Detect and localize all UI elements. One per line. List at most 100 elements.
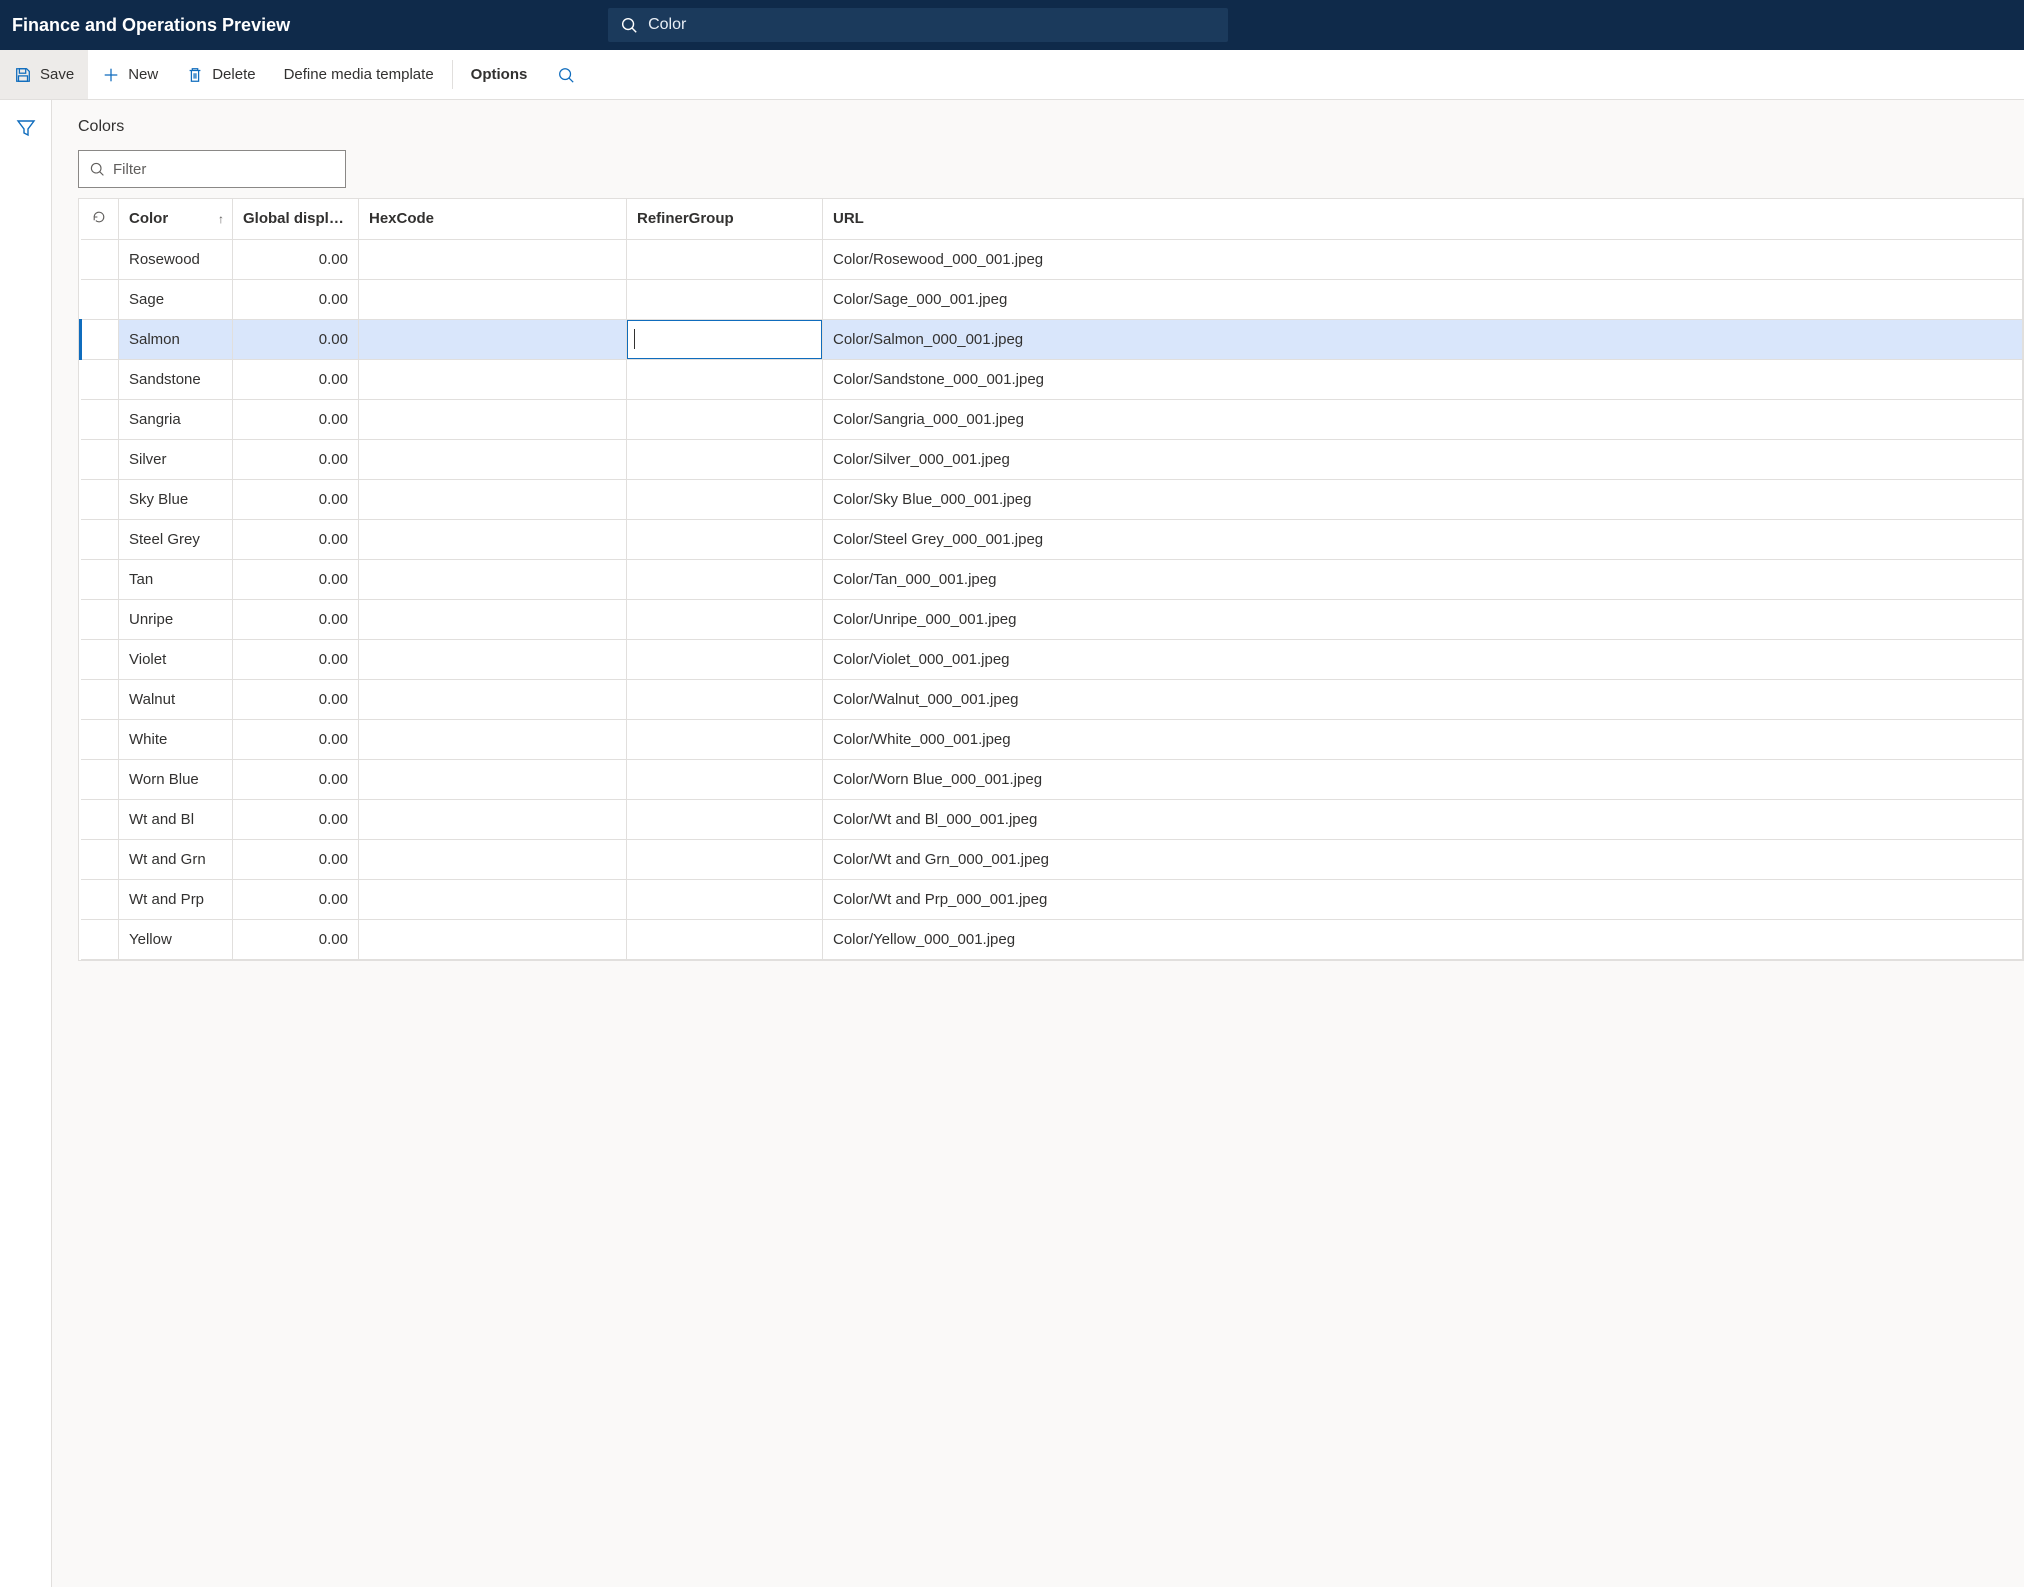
save-button[interactable]: Save [0,50,88,99]
hexcode-cell[interactable] [359,799,627,839]
refiner-group-cell[interactable] [627,559,823,599]
refiner-group-cell[interactable] [627,799,823,839]
hexcode-cell[interactable] [359,599,627,639]
hexcode-cell[interactable] [359,239,627,279]
url-cell[interactable]: Color/Silver_000_001.jpeg [823,439,2023,479]
url-cell[interactable]: Color/Sky Blue_000_001.jpeg [823,479,2023,519]
row-marker[interactable] [81,559,119,599]
table-row[interactable]: Yellow0.00Color/Yellow_000_001.jpeg [81,919,2023,959]
hexcode-cell[interactable] [359,919,627,959]
new-button[interactable]: New [88,50,172,99]
row-marker[interactable] [81,479,119,519]
row-marker[interactable] [81,519,119,559]
global-display-cell[interactable]: 0.00 [233,559,359,599]
color-cell[interactable]: Sangria [119,399,233,439]
global-display-cell[interactable]: 0.00 [233,239,359,279]
url-cell[interactable]: Color/Rosewood_000_001.jpeg [823,239,2023,279]
table-row[interactable]: Sage0.00Color/Sage_000_001.jpeg [81,279,2023,319]
hexcode-cell[interactable] [359,719,627,759]
row-marker[interactable] [81,639,119,679]
refiner-group-cell[interactable] [627,679,823,719]
hexcode-cell[interactable] [359,359,627,399]
row-marker[interactable] [81,439,119,479]
global-display-cell[interactable]: 0.00 [233,479,359,519]
url-cell[interactable]: Color/Violet_000_001.jpeg [823,639,2023,679]
refiner-group-column-header[interactable]: RefinerGroup [627,199,823,239]
hexcode-cell[interactable] [359,439,627,479]
table-row[interactable]: Steel Grey0.00Color/Steel Grey_000_001.j… [81,519,2023,559]
refiner-group-cell[interactable] [627,599,823,639]
color-cell[interactable]: Sky Blue [119,479,233,519]
global-display-cell[interactable]: 0.00 [233,839,359,879]
row-marker[interactable] [81,359,119,399]
url-cell[interactable]: Color/Unripe_000_001.jpeg [823,599,2023,639]
url-cell[interactable]: Color/Tan_000_001.jpeg [823,559,2023,599]
refiner-group-cell[interactable] [627,519,823,559]
color-cell[interactable]: Wt and Bl [119,799,233,839]
command-search-button[interactable] [541,50,591,99]
hexcode-cell[interactable] [359,839,627,879]
row-marker[interactable] [81,879,119,919]
row-marker[interactable] [81,799,119,839]
color-cell[interactable]: Violet [119,639,233,679]
global-display-cell[interactable]: 0.00 [233,599,359,639]
url-cell[interactable]: Color/Yellow_000_001.jpeg [823,919,2023,959]
url-column-header[interactable]: URL [823,199,2023,239]
url-cell[interactable]: Color/Sangria_000_001.jpeg [823,399,2023,439]
color-cell[interactable]: White [119,719,233,759]
color-cell[interactable]: Wt and Grn [119,839,233,879]
refiner-group-cell[interactable] [627,239,823,279]
global-display-cell[interactable]: 0.00 [233,879,359,919]
url-cell[interactable]: Color/Worn Blue_000_001.jpeg [823,759,2023,799]
row-marker[interactable] [81,679,119,719]
table-row[interactable]: Salmon0.00Color/Salmon_000_001.jpeg [81,319,2023,359]
refiner-group-cell[interactable] [627,399,823,439]
hexcode-cell[interactable] [359,759,627,799]
table-row[interactable]: Unripe0.00 Color/Unripe_000_001.jpeg [81,599,2023,639]
refiner-group-cell[interactable] [627,639,823,679]
refiner-group-cell[interactable] [627,439,823,479]
table-row[interactable]: Wt and Grn0.00 Color/Wt and Grn_000_001.j… [81,839,2023,879]
global-display-cell[interactable]: 0.00 [233,639,359,679]
color-cell[interactable]: Rosewood [119,239,233,279]
hexcode-cell[interactable] [359,279,627,319]
color-cell[interactable]: Worn Blue [119,759,233,799]
row-marker[interactable] [81,759,119,799]
global-display-column-header[interactable]: Global display ... [233,199,359,239]
refiner-group-editor[interactable] [627,320,822,359]
url-cell[interactable]: Color/Wt and Grn_000_001.jpeg [823,839,2023,879]
grid-filter-input[interactable] [113,161,335,178]
refresh-column-header[interactable] [81,199,119,239]
grid-filter-box[interactable] [78,150,346,188]
color-cell[interactable]: Tan [119,559,233,599]
url-cell[interactable]: Color/Wt and Bl_000_001.jpeg [823,799,2023,839]
refiner-group-cell[interactable] [627,359,823,399]
row-marker[interactable] [81,399,119,439]
global-search[interactable]: Color [608,8,1228,42]
url-cell[interactable]: Color/Steel Grey_000_001.jpeg [823,519,2023,559]
hexcode-cell[interactable] [359,559,627,599]
refiner-group-cell[interactable] [627,919,823,959]
color-cell[interactable]: Wt and Prp [119,879,233,919]
row-marker[interactable] [81,719,119,759]
table-row[interactable]: Sandstone0.00Color/Sandstone_000_001.jpe… [81,359,2023,399]
color-cell[interactable]: Unripe [119,599,233,639]
global-display-cell[interactable]: 0.00 [233,719,359,759]
refiner-group-cell[interactable] [627,319,823,359]
row-marker[interactable] [81,279,119,319]
global-display-cell[interactable]: 0.00 [233,279,359,319]
row-marker[interactable] [81,319,119,359]
url-cell[interactable]: Color/Walnut_000_001.jpeg [823,679,2023,719]
table-row[interactable]: Silver0.00Color/Silver_000_001.jpeg [81,439,2023,479]
global-display-cell[interactable]: 0.00 [233,799,359,839]
global-display-cell[interactable]: 0.00 [233,319,359,359]
table-row[interactable]: Violet0.00 Color/Violet_000_001.jpeg [81,639,2023,679]
refiner-group-cell[interactable] [627,879,823,919]
global-display-cell[interactable]: 0.00 [233,359,359,399]
hexcode-cell[interactable] [359,319,627,359]
table-row[interactable]: Sangria0.00Color/Sangria_000_001.jpeg [81,399,2023,439]
table-row[interactable]: Wt and Bl0.00 Color/Wt and Bl_000_001.jpe… [81,799,2023,839]
color-cell[interactable]: Sandstone [119,359,233,399]
refiner-group-cell[interactable] [627,719,823,759]
global-display-cell[interactable]: 0.00 [233,679,359,719]
